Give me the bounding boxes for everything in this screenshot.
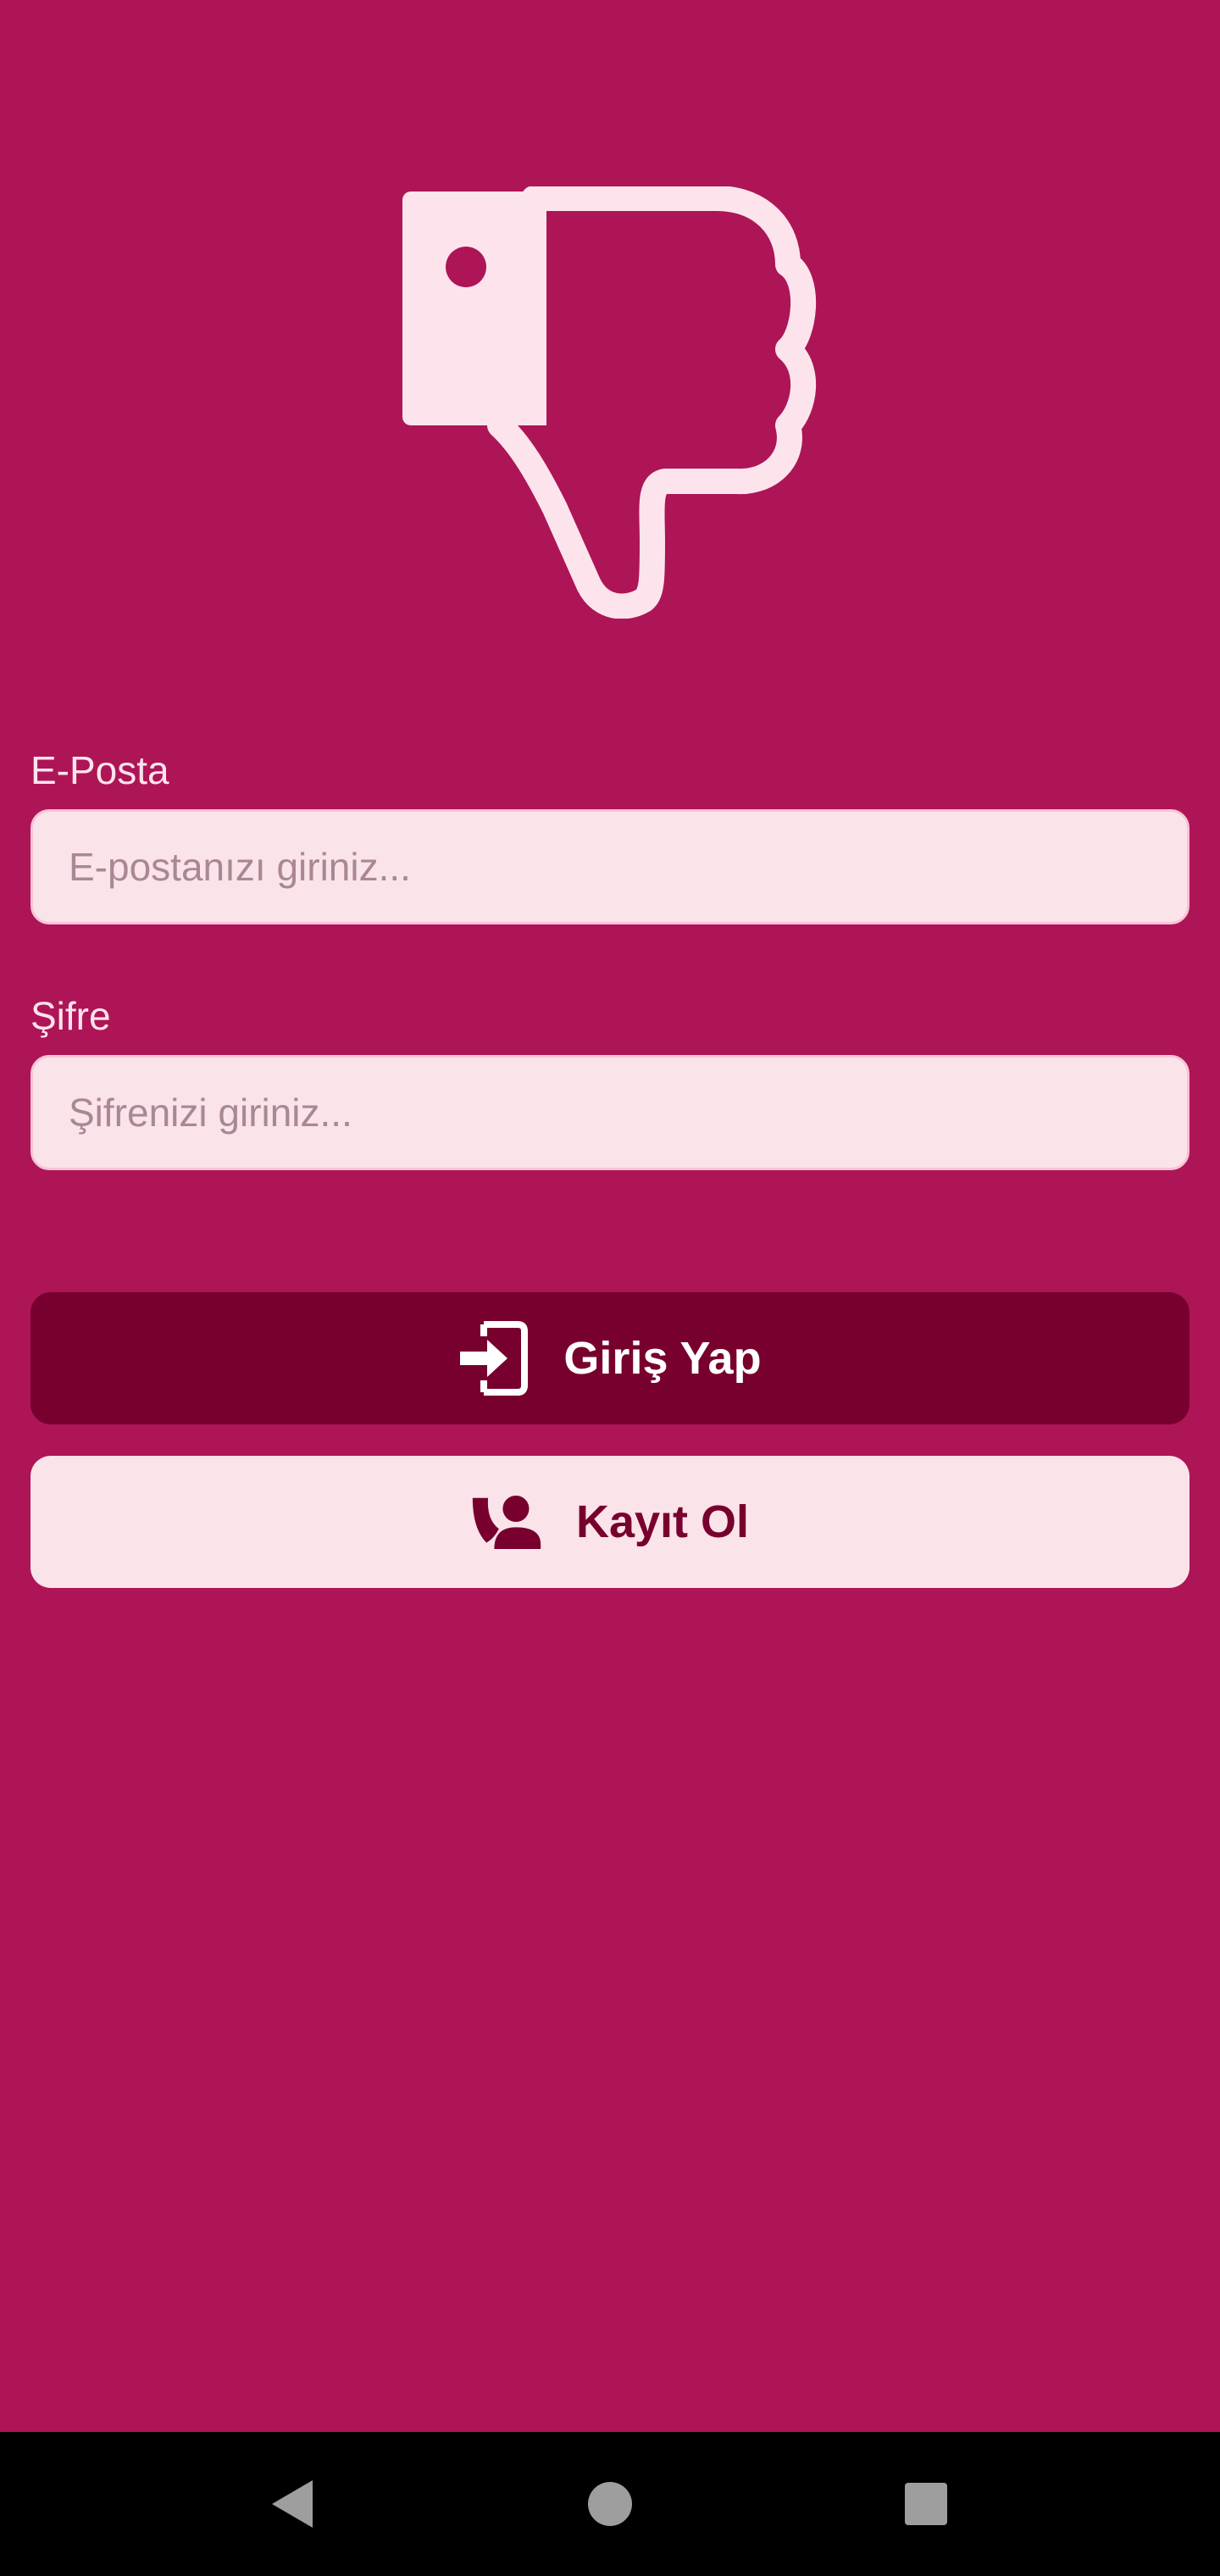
email-input[interactable] [67, 843, 1153, 891]
email-field[interactable] [30, 809, 1190, 924]
login-screen: E-Posta Şifre Giriş Yap Kayıt Ol [0, 0, 1220, 2432]
password-label: Şifre [30, 994, 111, 1038]
login-icon [458, 1318, 530, 1399]
recents-square-icon[interactable] [884, 2462, 968, 2546]
login-button[interactable]: Giriş Yap [30, 1292, 1190, 1424]
register-button-label: Kayıt Ol [575, 1496, 750, 1547]
system-navigation-bar [0, 2432, 1220, 2576]
thumbs-down-icon [398, 186, 822, 619]
person-add-icon [471, 1481, 542, 1563]
home-circle-icon[interactable] [568, 2462, 652, 2546]
email-label: E-Posta [30, 748, 169, 792]
login-button-label: Giriş Yap [563, 1333, 762, 1384]
back-triangle-icon[interactable] [250, 2462, 335, 2546]
register-button[interactable]: Kayıt Ol [30, 1456, 1190, 1588]
password-input[interactable] [67, 1089, 1153, 1136]
password-field[interactable] [30, 1055, 1190, 1170]
